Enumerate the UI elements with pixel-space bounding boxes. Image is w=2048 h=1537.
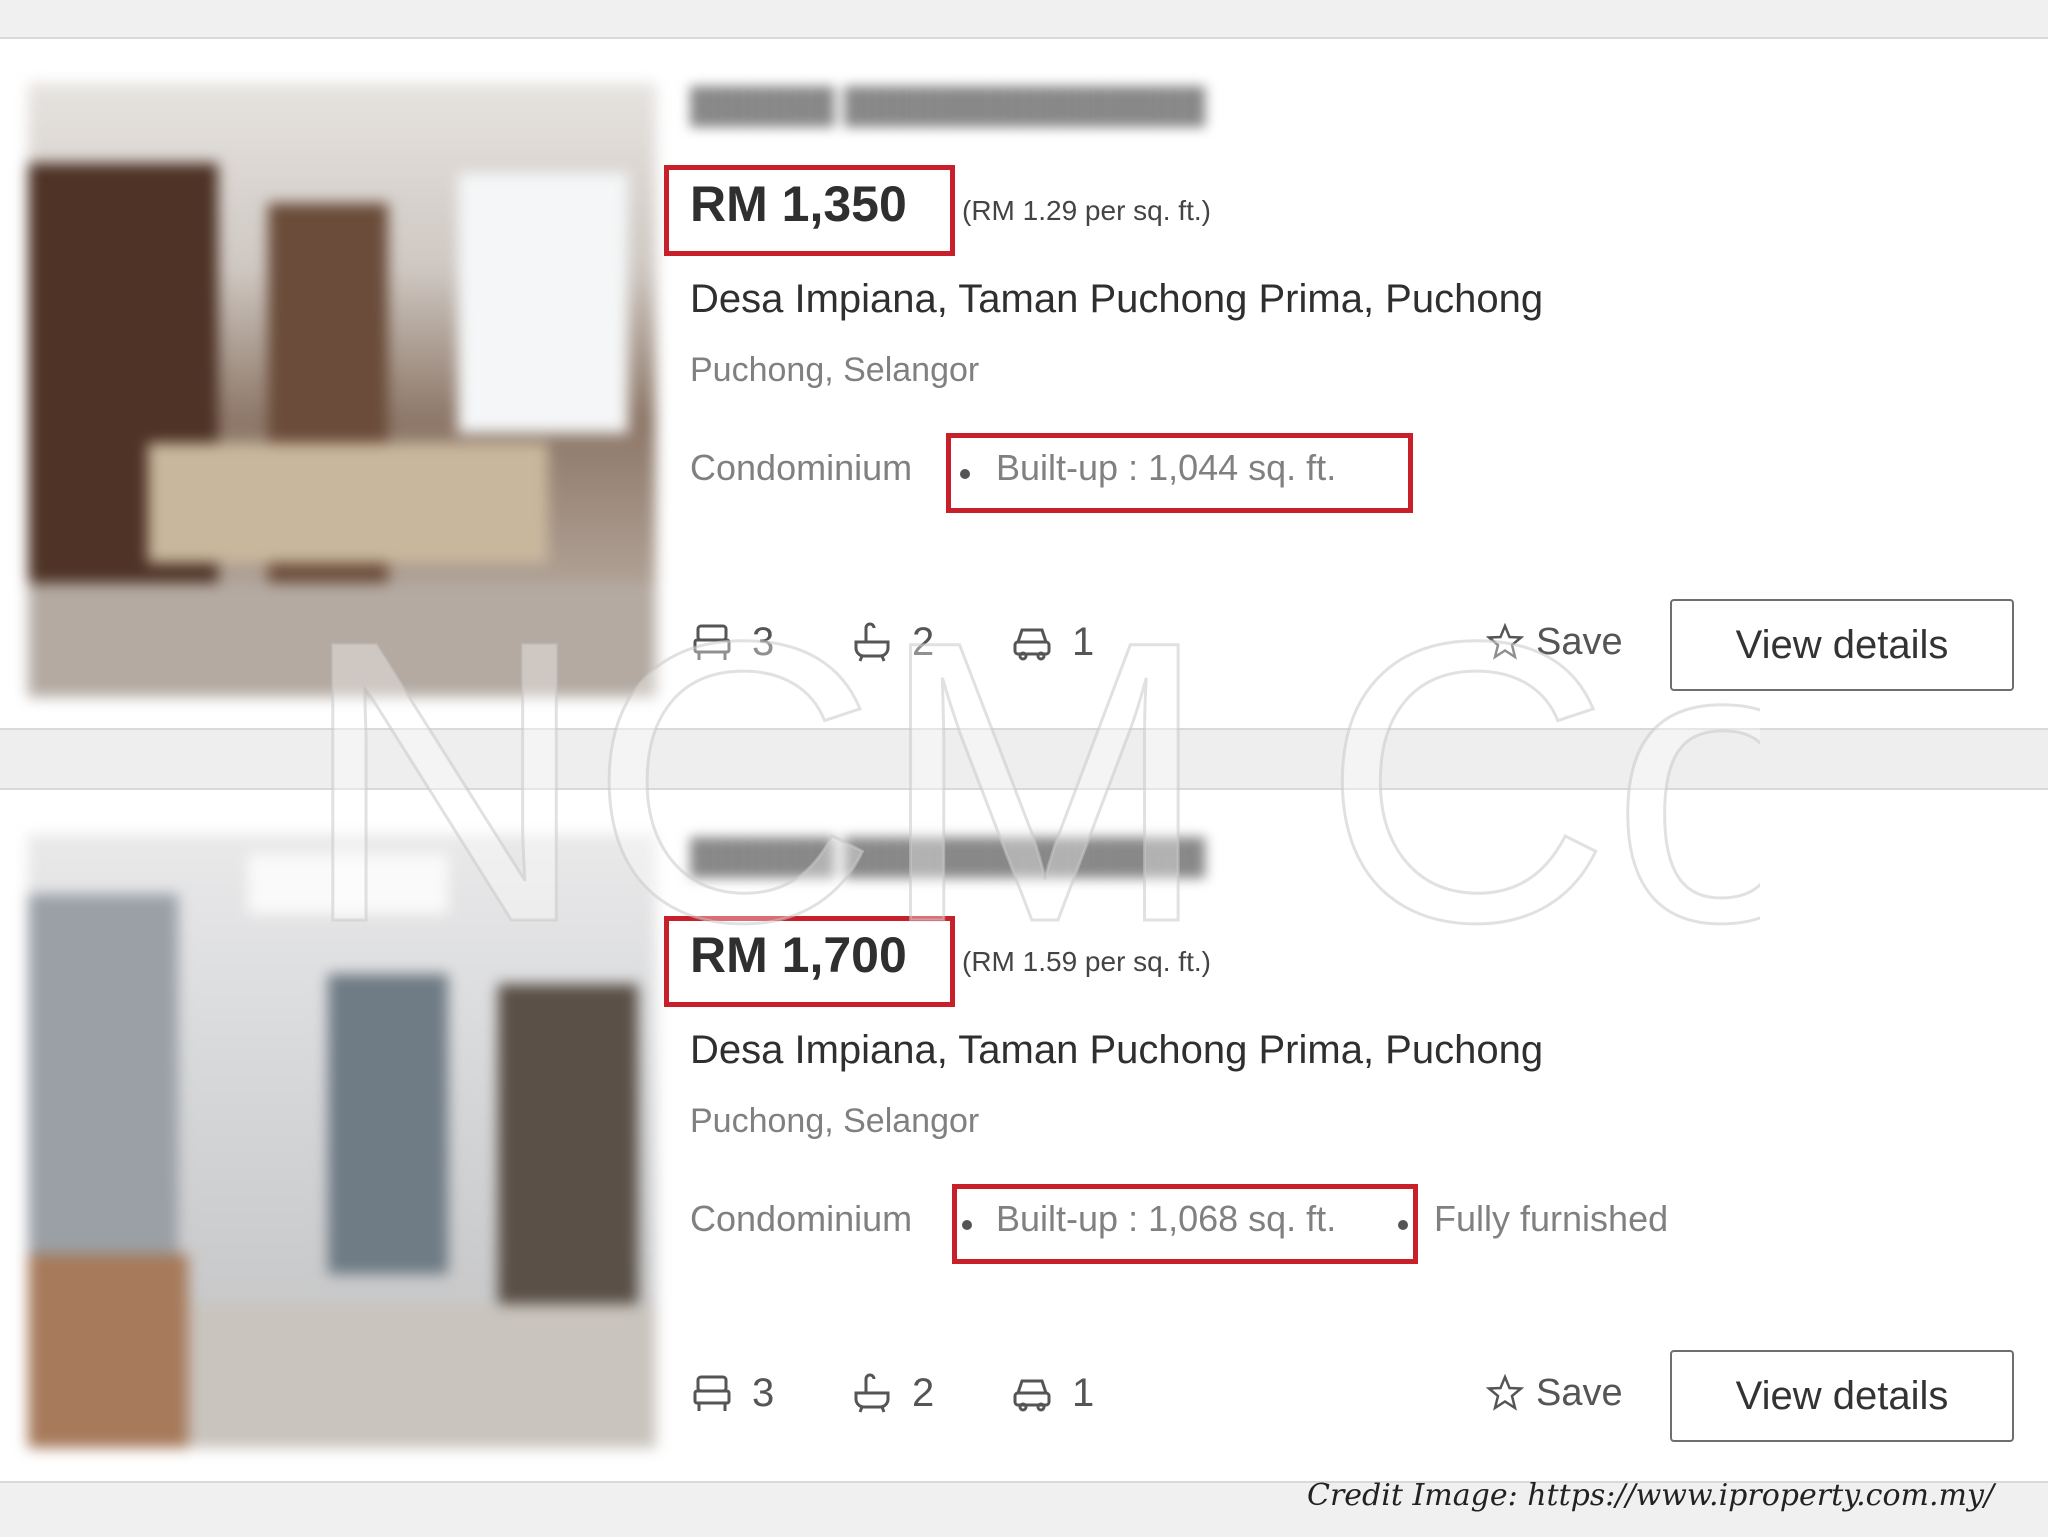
builtup-size: Built-up : 1,068 sq. ft.: [996, 1198, 1337, 1239]
listing-location: Puchong, Selangor: [690, 351, 980, 389]
listing-page: ██████ ███████████████ RM 1,350 (RM 1.29…: [0, 0, 2048, 1537]
save-button[interactable]: Save: [1486, 1368, 1623, 1418]
bathrooms-count: 2: [912, 619, 935, 664]
card-separator: [0, 730, 2048, 788]
save-label: Save: [1536, 620, 1623, 663]
parking-feature: 1: [1010, 1368, 1094, 1418]
parking-feature: 1: [1010, 617, 1094, 667]
listing-price: RM 1,700: [690, 927, 907, 983]
builtup-size: Built-up : 1,044 sq. ft.: [996, 447, 1337, 488]
save-button[interactable]: Save: [1486, 617, 1623, 667]
furnishing-status: Fully furnished: [1434, 1198, 1669, 1239]
listing-title[interactable]: Desa Impiana, Taman Puchong Prima, Pucho…: [690, 277, 1543, 322]
car-icon: [1013, 628, 1051, 661]
listing-location: Puchong, Selangor: [690, 1102, 980, 1140]
property-type: Condominium: [690, 1198, 913, 1239]
car-icon: [1013, 1379, 1051, 1412]
bathtub-icon: [854, 1373, 890, 1413]
bed-icon: [693, 624, 731, 660]
separator-dot: [1398, 1220, 1408, 1230]
save-label: Save: [1536, 1371, 1623, 1414]
bathrooms-feature: 2: [850, 1368, 934, 1418]
view-details-button[interactable]: View details: [1670, 1350, 2014, 1442]
bedrooms-count: 3: [752, 1370, 775, 1415]
price-per-sqft: (RM 1.59 per sq. ft.): [962, 946, 1211, 977]
view-details-button[interactable]: View details: [1670, 599, 2014, 691]
image-credit: Credit Image: https://www.iproperty.com.…: [1307, 1478, 1994, 1513]
bedrooms-feature: 3: [690, 617, 774, 667]
listing-title[interactable]: Desa Impiana, Taman Puchong Prima, Pucho…: [690, 1028, 1543, 1073]
listing-card: ██████ ███████████████ RM 1,350 (RM 1.29…: [0, 37, 2048, 730]
parking-count: 1: [1072, 619, 1095, 664]
blurred-header-text: ██████ ███████████████: [690, 87, 1206, 125]
bathtub-icon: [854, 622, 890, 662]
parking-count: 1: [1072, 1370, 1095, 1415]
bedrooms-feature: 3: [690, 1368, 774, 1418]
star-icon: [1486, 1374, 1524, 1411]
blurred-header-text: ██████ ███████████████: [690, 838, 1206, 876]
property-type: Condominium: [690, 447, 913, 488]
bathrooms-count: 2: [912, 1370, 935, 1415]
bathrooms-feature: 2: [850, 617, 934, 667]
price-per-sqft: (RM 1.29 per sq. ft.): [962, 195, 1211, 226]
star-icon: [1486, 623, 1524, 660]
listing-card: ██████ ███████████████ RM 1,700 (RM 1.59…: [0, 788, 2048, 1483]
bedrooms-count: 3: [752, 619, 775, 664]
listing-photo[interactable]: [28, 834, 656, 1448]
listing-price: RM 1,350: [690, 176, 907, 232]
listing-photo[interactable]: [28, 83, 656, 697]
bed-icon: [693, 1375, 731, 1411]
